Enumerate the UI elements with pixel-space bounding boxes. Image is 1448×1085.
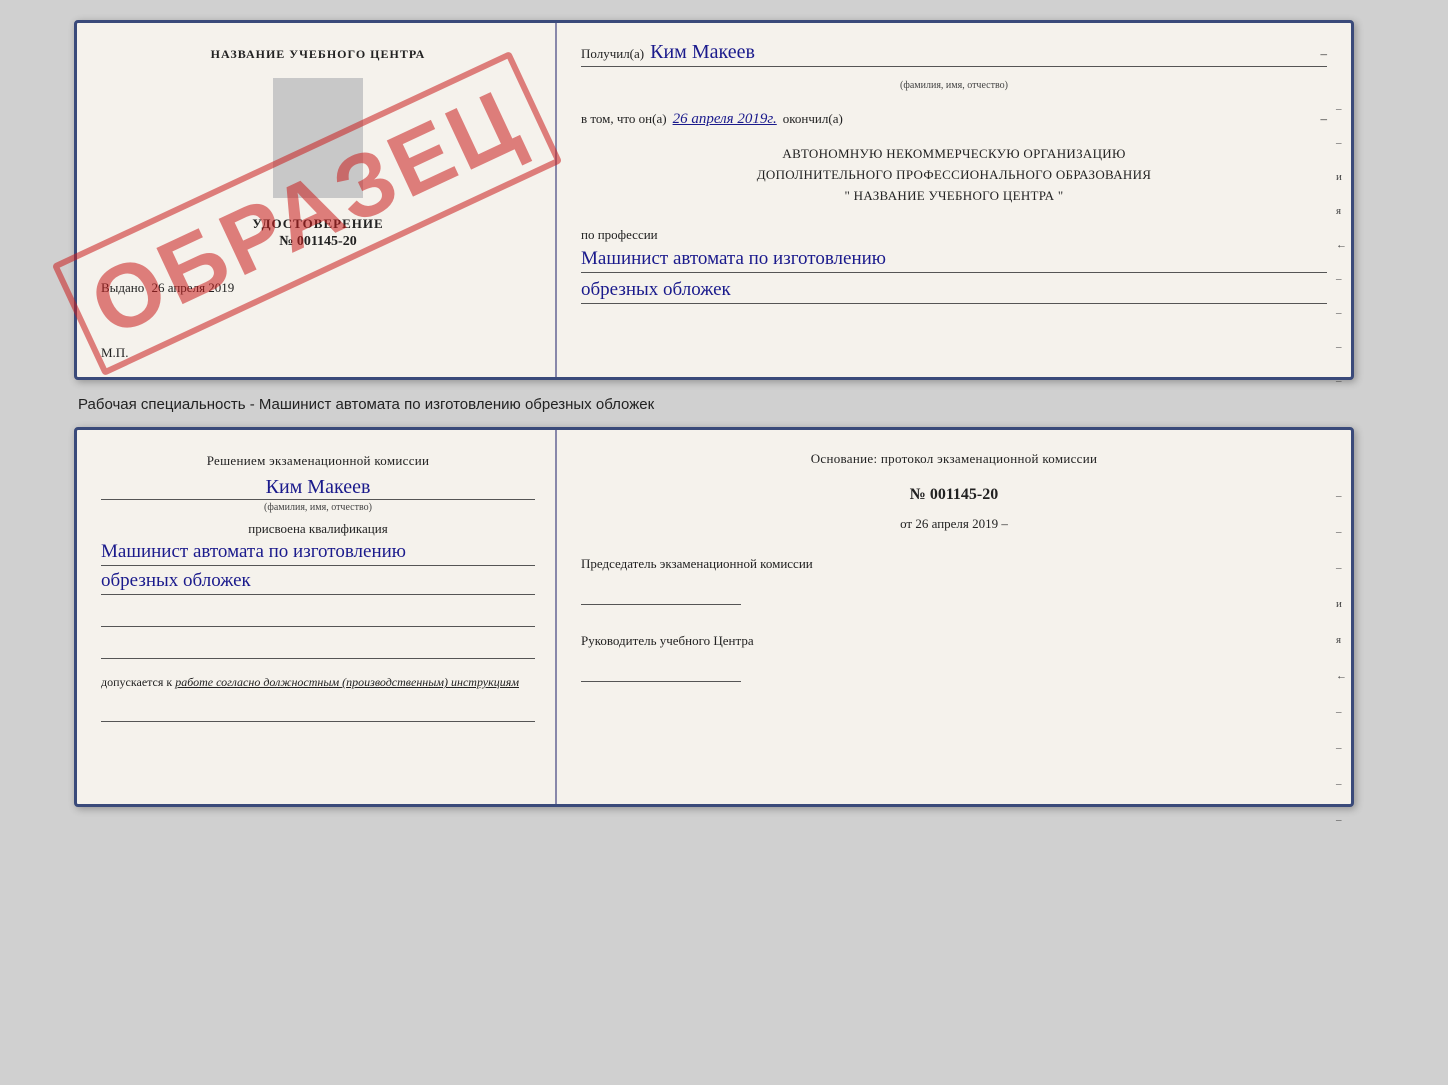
qualification-book: Решением экзаменационной комиссии Ким Ма… xyxy=(74,427,1354,807)
org-line1: АВТОНОМНУЮ НЕКОММЕРЧЕСКУЮ ОРГАНИЗАЦИЮ xyxy=(581,144,1327,165)
ot-date: от 26 апреля 2019 – xyxy=(581,516,1327,532)
poluchil-row: Получил(а) Ким Макеев – xyxy=(581,41,1327,67)
qual-left-page: Решением экзаменационной комиссии Ким Ма… xyxy=(77,430,557,804)
certificate-book: НАЗВАНИЕ УЧЕБНОГО ЦЕНТРА УДОСТОВЕРЕНИЕ №… xyxy=(74,20,1354,380)
osnovaniye-text: Основание: протокол экзаменационной коми… xyxy=(581,448,1327,470)
udost-label: УДОСТОВЕРЕНИЕ xyxy=(252,216,383,232)
cert-right-page: Получил(а) Ким Макеев – (фамилия, имя, о… xyxy=(557,23,1351,377)
cert-profession-line2: обрезных обложек xyxy=(581,279,1327,304)
blank-line-1 xyxy=(101,603,535,627)
cert-school-title: НАЗВАНИЕ УЧЕБНОГО ЦЕНТРА xyxy=(211,47,426,62)
dash2: – xyxy=(1321,111,1328,127)
blank-line-3 xyxy=(101,698,535,722)
right-side-marks: – – и я ← – – – – xyxy=(1336,103,1347,387)
photo-placeholder xyxy=(273,78,363,198)
qual-name: Ким Макеев xyxy=(101,476,535,499)
vydano-text: Выдано xyxy=(101,280,144,295)
ot-dash: – xyxy=(1001,516,1008,531)
rukovoditel-block: Руководитель учебного Центра xyxy=(581,631,1327,682)
specialty-label: Рабочая специальность - Машинист автомат… xyxy=(78,396,654,413)
vydano-line: Выдано 26 апреля 2019 xyxy=(101,280,535,296)
qual-right-side-marks: – – – и я ← – – – – xyxy=(1336,490,1347,826)
okonchil-label: окончил(а) xyxy=(783,111,843,127)
org-block: АВТОНОМНУЮ НЕКОММЕРЧЕСКУЮ ОРГАНИЗАЦИЮ ДО… xyxy=(581,144,1327,206)
document-wrapper: НАЗВАНИЕ УЧЕБНОГО ЦЕНТРА УДОСТОВЕРЕНИЕ №… xyxy=(74,20,1374,807)
dash1: – xyxy=(1321,46,1328,62)
po-professii-label: по профессии xyxy=(581,227,658,242)
ot-date-value: 26 апреля 2019 xyxy=(915,516,998,531)
blank-line-2 xyxy=(101,635,535,659)
prisvoena-label: присвоена квалификация xyxy=(101,521,535,537)
osnovaniye-block: Основание: протокол экзаменационной коми… xyxy=(581,448,1327,470)
org-line3: " НАЗВАНИЕ УЧЕБНОГО ЦЕНТРА " xyxy=(581,186,1327,207)
vtom-label: в том, что он(а) xyxy=(581,111,667,127)
qual-profession-line1: Машинист автомата по изготовлению xyxy=(101,541,535,566)
dopuskaetsya-label: допускается к xyxy=(101,675,172,689)
resheniyem-block: Решением экзаменационной комиссии xyxy=(101,450,535,472)
predsedatel-block: Председатель экзаменационной комиссии xyxy=(581,554,1327,605)
poluchil-label: Получил(а) xyxy=(581,46,644,62)
cert-profession-line1: Машинист автомата по изготовлению xyxy=(581,248,1327,273)
vtom-date: 26 апреля 2019г. xyxy=(673,111,777,128)
cert-left-page: НАЗВАНИЕ УЧЕБНОГО ЦЕНТРА УДОСТОВЕРЕНИЕ №… xyxy=(77,23,557,377)
ot-label: от xyxy=(900,516,912,531)
qual-profession-line2: обрезных обложек xyxy=(101,570,535,595)
vtom-row: в том, что он(а) 26 апреля 2019г. окончи… xyxy=(581,111,1327,128)
resheniyem-text: Решением экзаменационной комиссии xyxy=(101,450,535,472)
qual-fio-sub: (фамилия, имя, отчество) xyxy=(101,499,535,513)
org-line2: ДОПОЛНИТЕЛЬНОГО ПРОФЕССИОНАЛЬНОГО ОБРАЗО… xyxy=(581,165,1327,186)
qual-right-page: Основание: протокол экзаменационной коми… xyxy=(557,430,1351,804)
recipient-name: Ким Макеев xyxy=(650,41,755,64)
udost-number: № 001145-20 xyxy=(279,234,356,250)
dopuskaetsya-block: допускается к работе согласно должностны… xyxy=(101,675,535,690)
po-professii-section: по профессии Машинист автомата по изгото… xyxy=(581,226,1327,304)
rukovoditel-label: Руководитель учебного Центра xyxy=(581,631,1327,652)
vydano-date: 26 апреля 2019 xyxy=(152,280,235,295)
mp-label: М.П. xyxy=(101,315,128,361)
predsedatel-signature xyxy=(581,581,741,605)
predsedatel-label: Председатель экзаменационной комиссии xyxy=(581,554,1327,575)
protocol-number: № 001145-20 xyxy=(581,486,1327,504)
fio-sub-cert: (фамилия, имя, отчество) xyxy=(581,80,1327,91)
dopusk-italic: работе согласно должностным (производств… xyxy=(175,675,519,689)
rukovoditel-signature xyxy=(581,658,741,682)
